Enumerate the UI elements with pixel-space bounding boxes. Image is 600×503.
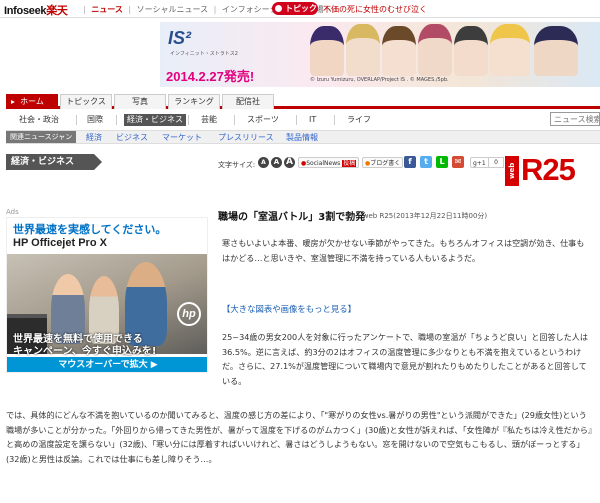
- banner-character-image: [418, 24, 452, 76]
- more-images-link[interactable]: 【大きな図表や画像をもっと見る】: [222, 303, 356, 315]
- ad-headline: 世界最速を実感してください。: [13, 223, 167, 236]
- banner-character-image: [310, 26, 344, 76]
- main-nav-home[interactable]: ホーム: [6, 94, 58, 109]
- topics-headline-link[interactable]: 不価の死に女性のむせび泣く: [323, 4, 427, 15]
- banner-character-image: [490, 24, 530, 76]
- font-size-medium-button[interactable]: A: [271, 157, 282, 168]
- top-nav-news[interactable]: ニュース: [91, 5, 123, 14]
- category-separator: [234, 115, 235, 125]
- category-it[interactable]: IT: [306, 114, 319, 126]
- top-nav-infoseek[interactable]: インフォシーク: [222, 5, 278, 14]
- hp-logo: hp: [177, 302, 201, 326]
- banner-character-image: [534, 26, 578, 76]
- mail-share-icon[interactable]: ✉: [452, 156, 464, 168]
- topics-badge[interactable]: トピックス: [272, 2, 318, 26]
- genre-link-business[interactable]: ビジネス: [116, 132, 148, 143]
- gplus-count: 0: [488, 157, 504, 168]
- section-title: 経済・ビジネス: [6, 154, 102, 170]
- top-nav-social-news[interactable]: ソーシャルニュース: [137, 5, 208, 14]
- topics-dot-icon: [275, 5, 282, 12]
- ad-cta-line2: キャンペーン、今すぐ申込みを!: [13, 346, 157, 357]
- banner-release-date: 2014.2.27発売!: [166, 69, 255, 84]
- main-nav-ranking[interactable]: ランキング: [168, 94, 220, 109]
- ads-label: Ads: [6, 208, 19, 216]
- category-separator: [188, 115, 189, 125]
- main-nav-photos[interactable]: 写真: [114, 94, 166, 109]
- game-banner-ad[interactable]: IS² インフィニット・ストラトス2 2014.2.27発売! © Izuru …: [160, 22, 600, 87]
- genre-link-market[interactable]: マーケット: [162, 132, 202, 143]
- article-source-date: - web R25(2013年12月22日11時00分): [358, 212, 488, 220]
- banner-character-image: [346, 24, 380, 76]
- hp-printer-ad[interactable]: 世界最速を実感してください。 HP Officejet Pro X hp 世界最…: [6, 217, 208, 373]
- socialnews-post-label: 投稿: [342, 160, 357, 167]
- banner-character-image: [454, 26, 488, 76]
- article-title: 職場の「室温バトル」3割で勃発: [218, 212, 366, 223]
- banner-character-image: [382, 26, 416, 76]
- main-nav-topics[interactable]: トピックス: [60, 94, 112, 109]
- category-economy[interactable]: 経済・ビジネス: [124, 114, 186, 126]
- facebook-share-icon[interactable]: f: [404, 156, 416, 168]
- ad-header: 世界最速を実感してください。 HP Officejet Pro X: [7, 218, 207, 254]
- ad-expand-button[interactable]: マウスオーバーで拡大 ▶: [7, 357, 207, 372]
- font-size-small-button[interactable]: A: [258, 157, 269, 168]
- main-nav-publishers[interactable]: 配信社: [222, 94, 274, 109]
- article-paragraph-3: では、具体的にどんな不満を抱いているのか聞いてみると、温度の感じ方の差により、「…: [6, 410, 593, 464]
- article-paragraph-2: 25~34歳の男女200人を対象に行ったアンケートで、職場の室温が「ちょうど良い…: [222, 332, 588, 386]
- socialnews-label: SocialNews: [306, 160, 341, 167]
- logo-infoseek: Infoseek: [4, 5, 47, 17]
- line-share-icon[interactable]: L: [436, 156, 448, 168]
- main-nav: ホーム トピックス 写真 ランキング 配信社: [6, 94, 600, 109]
- logo-rakuten: 楽天: [46, 5, 68, 17]
- article-paragraph-1: 寒さもいよいよ本番、暖房が欠かせない季節がやってきた。もちろんオフィスは空調が効…: [222, 238, 585, 263]
- category-society[interactable]: 社会・政治: [16, 114, 62, 126]
- genre-link-economy[interactable]: 経済: [86, 132, 102, 143]
- category-separator: [76, 115, 77, 125]
- gplus-button[interactable]: g+1: [470, 157, 489, 168]
- ad-product-name: HP Officejet Pro X: [13, 237, 107, 249]
- news-search-input[interactable]: [550, 112, 600, 126]
- blog-label: ブログ: [370, 160, 389, 167]
- category-life[interactable]: ライフ: [344, 114, 374, 126]
- category-separator: [296, 115, 297, 125]
- genre-link-press-release[interactable]: プレスリリース: [218, 132, 274, 143]
- font-size-large-button[interactable]: A: [284, 157, 295, 168]
- related-genre-label: 関連ニュースジャンル: [6, 131, 76, 153]
- category-entertainment[interactable]: 芸能: [198, 114, 220, 126]
- web-r25-logo-web: web: [505, 156, 519, 186]
- category-sports[interactable]: スポーツ: [244, 114, 282, 126]
- genre-link-product-info[interactable]: 製品情報: [286, 132, 318, 143]
- blog-write-button[interactable]: ●ブログ書く: [362, 157, 404, 168]
- blog-suffix: 書く: [388, 160, 401, 167]
- banner-title: IS²: [168, 28, 192, 48]
- category-nav: 社会・政治 国際 経済・ビジネス 芸能 スポーツ IT ライフ: [6, 112, 600, 128]
- web-r25-logo[interactable]: web R25: [505, 152, 585, 190]
- twitter-share-icon[interactable]: t: [420, 156, 432, 168]
- infoseek-rakuten-logo[interactable]: Infoseek楽天: [4, 2, 68, 18]
- banner-subtitle: インフィニット・ストラトス2: [170, 51, 238, 57]
- font-size-label: 文字サイズ:: [218, 161, 256, 169]
- category-international[interactable]: 国際: [84, 114, 106, 126]
- category-separator: [116, 115, 117, 125]
- top-nav-separator: |: [213, 5, 217, 14]
- top-nav-separator: |: [83, 5, 86, 14]
- category-separator: [334, 115, 335, 125]
- top-bar: Infoseek楽天 | ニュース | ソーシャルニュース | インフォシーク …: [0, 0, 600, 26]
- related-genre-bar: 関連ニュースジャンル 経済 ビジネス マーケット プレスリリース 製品情報: [6, 130, 600, 153]
- web-r25-logo-r25: R25: [521, 152, 576, 187]
- banner-copyright: © Izuru Yumizuru, OVERLAP/Project IS . ©…: [310, 77, 449, 83]
- top-nav-separator: |: [128, 5, 132, 14]
- socialnews-post-button[interactable]: ●SocialNews 投稿: [298, 157, 360, 168]
